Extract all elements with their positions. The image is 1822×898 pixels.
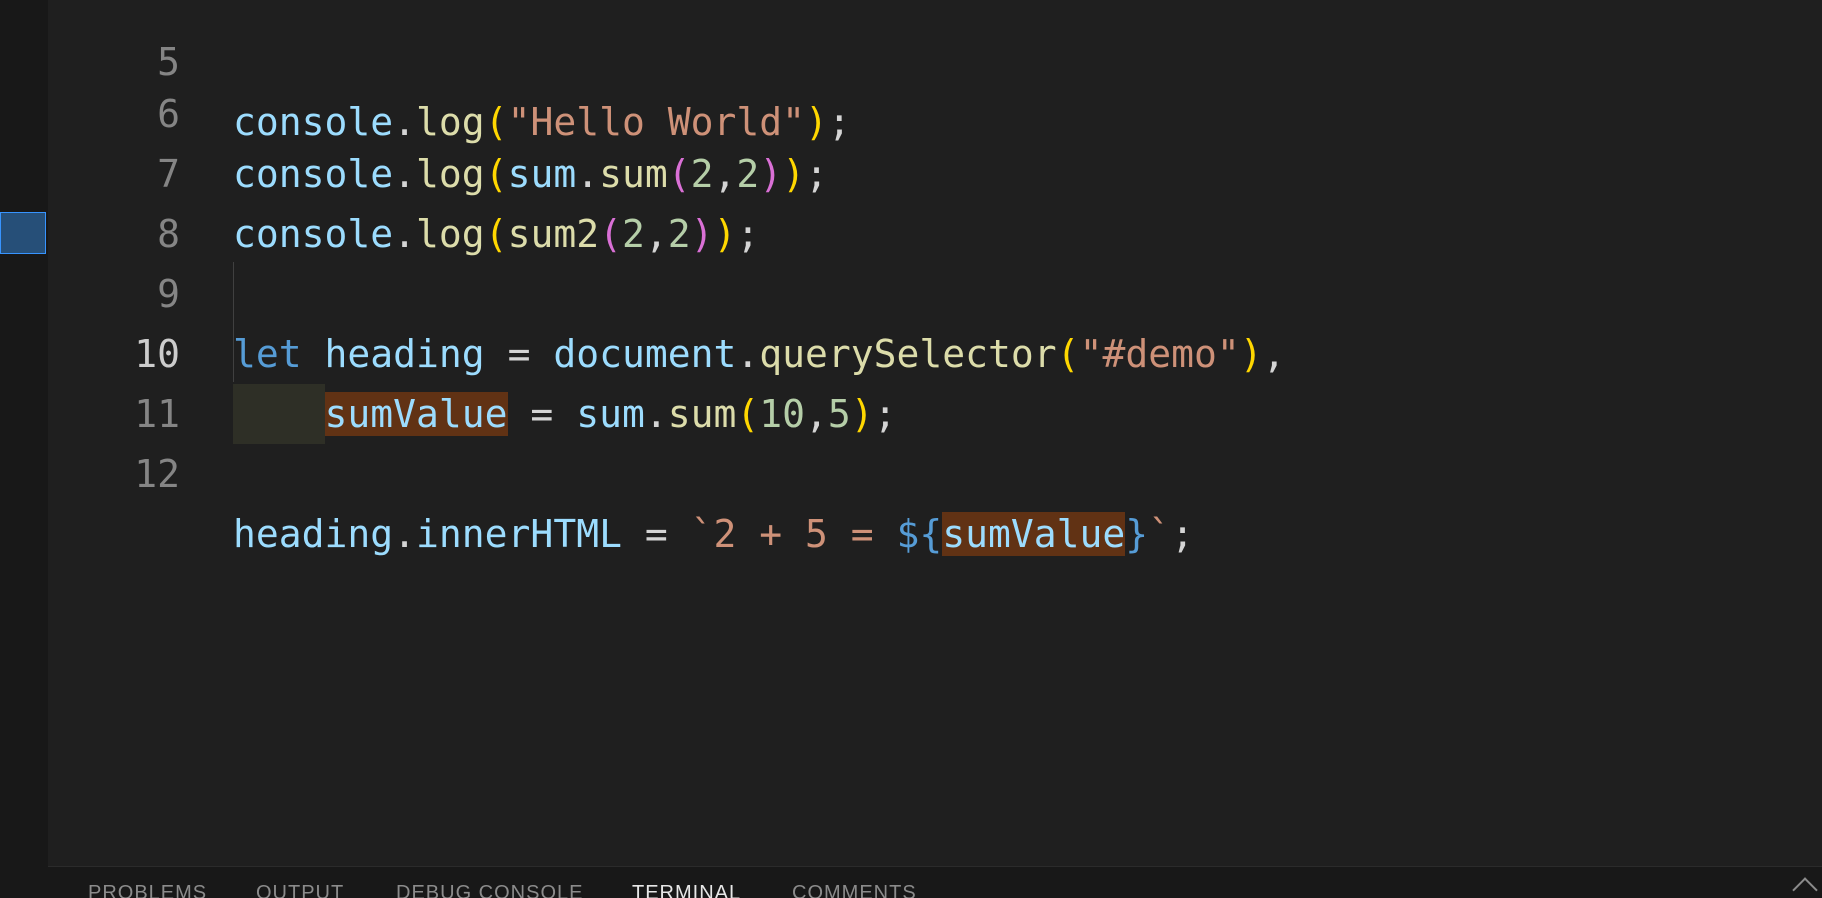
code-editor[interactable]: 5 console.log("Hello World"); 6 console.… <box>48 0 1822 866</box>
symbol-highlight[interactable]: sumValue <box>942 512 1126 556</box>
panel-tab-bar: PROBLEMS OUTPUT DEBUG CONSOLE TERMINAL C… <box>48 866 1822 898</box>
activity-bar <box>0 0 48 898</box>
code-text[interactable]: heading.innerHTML = `2 + 5 = ${sumValue}… <box>233 504 1194 564</box>
activity-bar-active-marker[interactable] <box>0 212 46 254</box>
tab-output[interactable]: OUTPUT <box>256 881 344 898</box>
code-line-6[interactable]: 6 console.log(sum.sum(2,2)); <box>48 24 1822 196</box>
line-number: 12 <box>134 452 180 496</box>
tab-debug-console[interactable]: DEBUG CONSOLE <box>396 881 583 898</box>
code-line-11[interactable]: 11 <box>48 324 1822 436</box>
tab-problems[interactable]: PROBLEMS <box>88 881 207 898</box>
tab-comments[interactable]: COMMENTS <box>792 881 917 898</box>
vscode-window: 5 console.log("Hello World"); 6 console.… <box>0 0 1822 898</box>
tab-terminal[interactable]: TERMINAL <box>632 881 741 898</box>
code-line-7[interactable]: 7 console.log(sum2(2,2)); <box>48 84 1822 256</box>
code-line-12[interactable]: 12 heading.innerHTML = `2 + 5 = ${sumVal… <box>48 384 1822 556</box>
chevron-up-icon[interactable] <box>1792 877 1818 898</box>
code-line-9[interactable]: 9 let heading = document.querySelector("… <box>48 204 1822 376</box>
code-line-10[interactable]: 10 sumValue = sum.sum(10,5); <box>48 264 1822 444</box>
code-line-8[interactable]: 8 <box>48 144 1822 256</box>
